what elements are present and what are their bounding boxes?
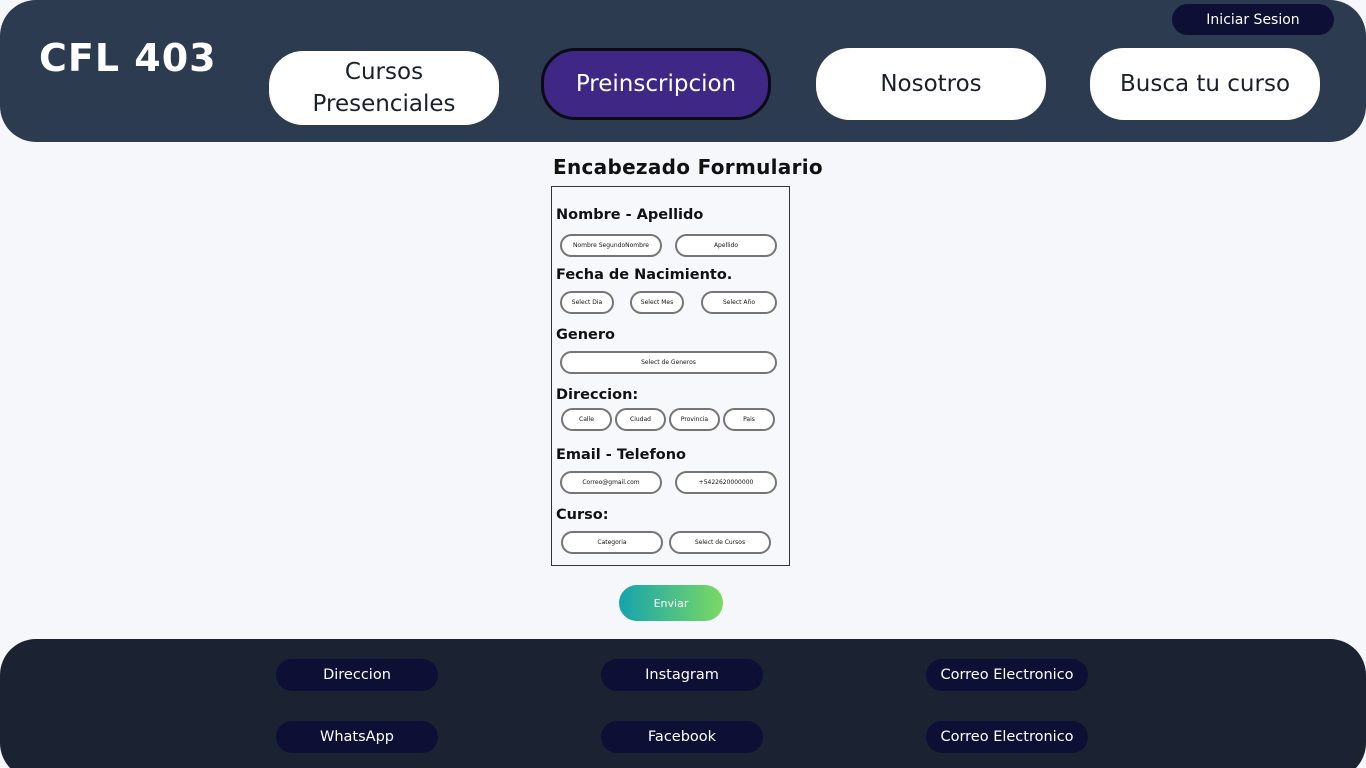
- birth-year-select[interactable]: Select Año: [701, 291, 777, 314]
- city-field[interactable]: Ciudad: [615, 408, 666, 431]
- country-field[interactable]: Pais: [723, 408, 775, 431]
- registration-form: Nombre - Apellido Nombre SegundoNombre A…: [551, 186, 790, 566]
- footer-email-button-2[interactable]: Correo Electronico: [926, 721, 1088, 753]
- footer-direccion-button[interactable]: Direccion: [276, 659, 438, 691]
- submit-button[interactable]: Enviar: [619, 585, 723, 621]
- footer: Direccion Instagram Correo Electronico W…: [0, 639, 1366, 768]
- course-select[interactable]: Select de Cursos: [669, 531, 771, 554]
- course-section-label: Curso:: [556, 507, 609, 523]
- address-section-label: Direccion:: [556, 387, 639, 403]
- name-section-label: Nombre - Apellido: [556, 207, 704, 223]
- footer-facebook-button[interactable]: Facebook: [601, 721, 763, 753]
- email-field[interactable]: Correo@gmail.com: [560, 471, 662, 494]
- street-field[interactable]: Calle: [561, 408, 612, 431]
- nav-cursos-presenciales[interactable]: Cursos Presenciales: [269, 51, 499, 125]
- category-select[interactable]: Categoria: [561, 531, 663, 554]
- nav-nosotros[interactable]: Nosotros: [816, 48, 1046, 120]
- header: CFL 403 Iniciar Sesion Cursos Presencial…: [0, 0, 1366, 142]
- login-button[interactable]: Iniciar Sesion: [1172, 4, 1334, 35]
- gender-section-label: Genero: [556, 327, 616, 343]
- nav-busca-tu-curso[interactable]: Busca tu curso: [1090, 48, 1320, 120]
- birth-month-select[interactable]: Select Mes: [630, 291, 684, 314]
- last-name-field[interactable]: Apellido: [675, 234, 777, 257]
- first-name-field[interactable]: Nombre SegundoNombre: [560, 234, 662, 257]
- footer-email-button[interactable]: Correo Electronico: [926, 659, 1088, 691]
- birth-day-select[interactable]: Select Dia: [560, 291, 614, 314]
- birth-section-label: Fecha de Nacimiento.: [556, 267, 733, 283]
- province-field[interactable]: Provincia: [669, 408, 720, 431]
- logo: CFL 403: [39, 36, 217, 80]
- footer-whatsapp-button[interactable]: WhatsApp: [276, 721, 438, 753]
- form-title: Encabezado Formulario: [553, 155, 823, 179]
- phone-field[interactable]: +5422620000000: [675, 471, 777, 494]
- nav-preinscripcion[interactable]: Preinscripcion: [541, 48, 771, 120]
- footer-instagram-button[interactable]: Instagram: [601, 659, 763, 691]
- contact-section-label: Email - Telefono: [556, 447, 687, 463]
- gender-select[interactable]: Select de Generos: [560, 351, 777, 374]
